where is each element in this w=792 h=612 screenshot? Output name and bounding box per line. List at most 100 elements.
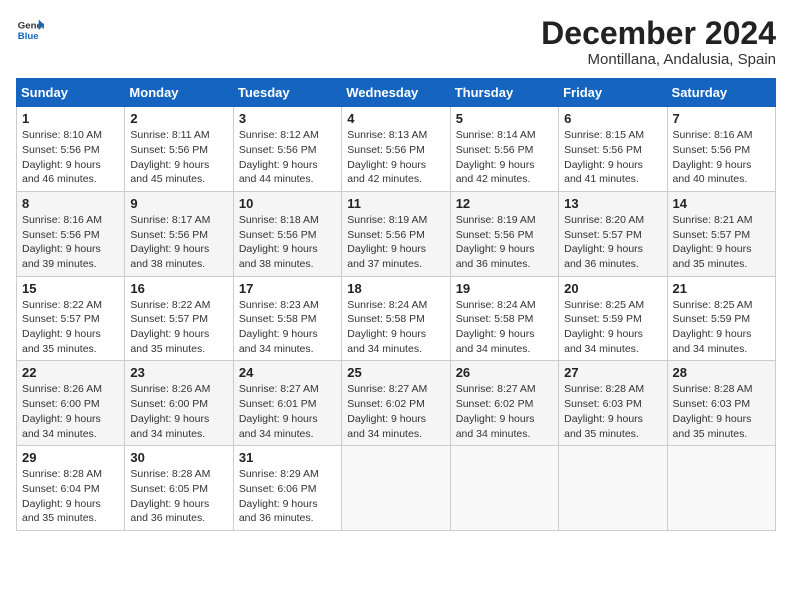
day-number: 17 bbox=[239, 281, 336, 296]
day-number: 4 bbox=[347, 111, 444, 126]
calendar-cell: 23 Sunrise: 8:26 AMSunset: 6:00 PMDayligh… bbox=[125, 361, 233, 446]
calendar-cell: 30 Sunrise: 8:28 AMSunset: 6:05 PMDayligh… bbox=[125, 446, 233, 531]
month-title: December 2024 bbox=[541, 16, 776, 51]
location-subtitle: Montillana, Andalusia, Spain bbox=[541, 51, 776, 68]
svg-text:Blue: Blue bbox=[18, 31, 39, 42]
day-number: 8 bbox=[22, 196, 119, 211]
calendar-cell: 7 Sunrise: 8:16 AMSunset: 5:56 PMDaylight… bbox=[667, 107, 775, 192]
day-info: Sunrise: 8:27 AMSunset: 6:01 PMDaylight:… bbox=[239, 382, 336, 441]
day-info: Sunrise: 8:10 AMSunset: 5:56 PMDaylight:… bbox=[22, 128, 119, 187]
calendar-cell: 2Sunrise: 8:11 AMSunset: 5:56 PMDaylight… bbox=[125, 107, 233, 192]
day-info: Sunrise: 8:29 AMSunset: 6:06 PMDaylight:… bbox=[239, 467, 336, 526]
calendar-cell: 13 Sunrise: 8:20 AMSunset: 5:57 PMDayligh… bbox=[559, 191, 667, 276]
day-number: 5 bbox=[456, 111, 553, 126]
calendar-cell: 27 Sunrise: 8:28 AMSunset: 6:03 PMDayligh… bbox=[559, 361, 667, 446]
day-number: 19 bbox=[456, 281, 553, 296]
day-number: 2 bbox=[130, 111, 227, 126]
day-info: Sunrise: 8:18 AMSunset: 5:56 PMDaylight:… bbox=[239, 213, 336, 272]
day-number: 9 bbox=[130, 196, 227, 211]
day-info: Sunrise: 8:28 AMSunset: 6:03 PMDaylight:… bbox=[673, 382, 770, 441]
day-info: Sunrise: 8:15 AMSunset: 5:56 PMDaylight:… bbox=[564, 128, 661, 187]
weekday-header-tuesday: Tuesday bbox=[233, 79, 341, 107]
day-number: 22 bbox=[22, 365, 119, 380]
day-number: 29 bbox=[22, 450, 119, 465]
calendar-cell: 17 Sunrise: 8:23 AMSunset: 5:58 PMDayligh… bbox=[233, 276, 341, 361]
day-number: 24 bbox=[239, 365, 336, 380]
calendar-week-5: 29Sunrise: 8:28 AMSunset: 6:04 PMDayligh… bbox=[17, 446, 776, 531]
day-number: 27 bbox=[564, 365, 661, 380]
title-area: December 2024 Montillana, Andalusia, Spa… bbox=[541, 16, 776, 68]
day-number: 25 bbox=[347, 365, 444, 380]
day-info: Sunrise: 8:17 AMSunset: 5:56 PMDaylight:… bbox=[130, 213, 227, 272]
day-info: Sunrise: 8:27 AMSunset: 6:02 PMDaylight:… bbox=[347, 382, 444, 441]
day-info: Sunrise: 8:14 AMSunset: 5:56 PMDaylight:… bbox=[456, 128, 553, 187]
day-info: Sunrise: 8:16 AMSunset: 5:56 PMDaylight:… bbox=[673, 128, 770, 187]
day-number: 26 bbox=[456, 365, 553, 380]
calendar-cell: 21 Sunrise: 8:25 AMSunset: 5:59 PMDayligh… bbox=[667, 276, 775, 361]
calendar-table: SundayMondayTuesdayWednesdayThursdayFrid… bbox=[16, 78, 776, 531]
calendar-cell: 14 Sunrise: 8:21 AMSunset: 5:57 PMDayligh… bbox=[667, 191, 775, 276]
calendar-week-3: 15Sunrise: 8:22 AMSunset: 5:57 PMDayligh… bbox=[17, 276, 776, 361]
day-info: Sunrise: 8:20 AMSunset: 5:57 PMDaylight:… bbox=[564, 213, 661, 272]
day-info: Sunrise: 8:24 AMSunset: 5:58 PMDaylight:… bbox=[456, 298, 553, 357]
day-info: Sunrise: 8:16 AMSunset: 5:56 PMDaylight:… bbox=[22, 213, 119, 272]
calendar-cell: 4 Sunrise: 8:13 AMSunset: 5:56 PMDaylight… bbox=[342, 107, 450, 192]
weekday-header-wednesday: Wednesday bbox=[342, 79, 450, 107]
day-info: Sunrise: 8:12 AMSunset: 5:56 PMDaylight:… bbox=[239, 128, 336, 187]
day-number: 14 bbox=[673, 196, 770, 211]
logo-icon: General Blue bbox=[16, 16, 44, 44]
day-number: 10 bbox=[239, 196, 336, 211]
calendar-cell: 29Sunrise: 8:28 AMSunset: 6:04 PMDayligh… bbox=[17, 446, 125, 531]
day-number: 20 bbox=[564, 281, 661, 296]
calendar-cell: 20 Sunrise: 8:25 AMSunset: 5:59 PMDayligh… bbox=[559, 276, 667, 361]
weekday-header-friday: Friday bbox=[559, 79, 667, 107]
day-info: Sunrise: 8:27 AMSunset: 6:02 PMDaylight:… bbox=[456, 382, 553, 441]
day-number: 11 bbox=[347, 196, 444, 211]
calendar-cell: 24 Sunrise: 8:27 AMSunset: 6:01 PMDayligh… bbox=[233, 361, 341, 446]
weekday-header-thursday: Thursday bbox=[450, 79, 558, 107]
calendar-cell: 15Sunrise: 8:22 AMSunset: 5:57 PMDayligh… bbox=[17, 276, 125, 361]
day-info: Sunrise: 8:25 AMSunset: 5:59 PMDaylight:… bbox=[564, 298, 661, 357]
page-header: General Blue December 2024 Montillana, A… bbox=[16, 16, 776, 68]
calendar-cell: 11 Sunrise: 8:19 AMSunset: 5:56 PMDayligh… bbox=[342, 191, 450, 276]
calendar-cell: 8 Sunrise: 8:16 AMSunset: 5:56 PMDaylight… bbox=[17, 191, 125, 276]
day-number: 30 bbox=[130, 450, 227, 465]
calendar-week-4: 22 Sunrise: 8:26 AMSunset: 6:00 PMDayligh… bbox=[17, 361, 776, 446]
day-info: Sunrise: 8:13 AMSunset: 5:56 PMDaylight:… bbox=[347, 128, 444, 187]
day-number: 13 bbox=[564, 196, 661, 211]
day-info: Sunrise: 8:21 AMSunset: 5:57 PMDaylight:… bbox=[673, 213, 770, 272]
calendar-cell: 28Sunrise: 8:28 AMSunset: 6:03 PMDayligh… bbox=[667, 361, 775, 446]
calendar-cell: 1 Sunrise: 8:10 AMSunset: 5:56 PMDaylight… bbox=[17, 107, 125, 192]
calendar-cell bbox=[559, 446, 667, 531]
calendar-cell bbox=[342, 446, 450, 531]
day-number: 16 bbox=[130, 281, 227, 296]
calendar-cell: 26 Sunrise: 8:27 AMSunset: 6:02 PMDayligh… bbox=[450, 361, 558, 446]
day-info: Sunrise: 8:22 AMSunset: 5:57 PMDaylight:… bbox=[22, 298, 119, 357]
day-number: 21 bbox=[673, 281, 770, 296]
calendar-cell: 16Sunrise: 8:22 AMSunset: 5:57 PMDayligh… bbox=[125, 276, 233, 361]
calendar-cell: 22 Sunrise: 8:26 AMSunset: 6:00 PMDayligh… bbox=[17, 361, 125, 446]
day-info: Sunrise: 8:25 AMSunset: 5:59 PMDaylight:… bbox=[673, 298, 770, 357]
weekday-header-sunday: Sunday bbox=[17, 79, 125, 107]
day-info: Sunrise: 8:24 AMSunset: 5:58 PMDaylight:… bbox=[347, 298, 444, 357]
day-info: Sunrise: 8:19 AMSunset: 5:56 PMDaylight:… bbox=[347, 213, 444, 272]
day-number: 23 bbox=[130, 365, 227, 380]
day-number: 7 bbox=[673, 111, 770, 126]
calendar-cell: 9 Sunrise: 8:17 AMSunset: 5:56 PMDaylight… bbox=[125, 191, 233, 276]
day-info: Sunrise: 8:23 AMSunset: 5:58 PMDaylight:… bbox=[239, 298, 336, 357]
calendar-cell: 12Sunrise: 8:19 AMSunset: 5:56 PMDayligh… bbox=[450, 191, 558, 276]
weekday-header-monday: Monday bbox=[125, 79, 233, 107]
logo: General Blue bbox=[16, 16, 44, 44]
day-number: 18 bbox=[347, 281, 444, 296]
calendar-cell: 25 Sunrise: 8:27 AMSunset: 6:02 PMDayligh… bbox=[342, 361, 450, 446]
day-number: 1 bbox=[22, 111, 119, 126]
calendar-cell bbox=[667, 446, 775, 531]
day-number: 12 bbox=[456, 196, 553, 211]
day-info: Sunrise: 8:28 AMSunset: 6:03 PMDaylight:… bbox=[564, 382, 661, 441]
calendar-cell: 19 Sunrise: 8:24 AMSunset: 5:58 PMDayligh… bbox=[450, 276, 558, 361]
calendar-cell: 31Sunrise: 8:29 AMSunset: 6:06 PMDayligh… bbox=[233, 446, 341, 531]
day-info: Sunrise: 8:26 AMSunset: 6:00 PMDaylight:… bbox=[22, 382, 119, 441]
day-info: Sunrise: 8:28 AMSunset: 6:05 PMDaylight:… bbox=[130, 467, 227, 526]
day-info: Sunrise: 8:26 AMSunset: 6:00 PMDaylight:… bbox=[130, 382, 227, 441]
calendar-cell: 18 Sunrise: 8:24 AMSunset: 5:58 PMDayligh… bbox=[342, 276, 450, 361]
